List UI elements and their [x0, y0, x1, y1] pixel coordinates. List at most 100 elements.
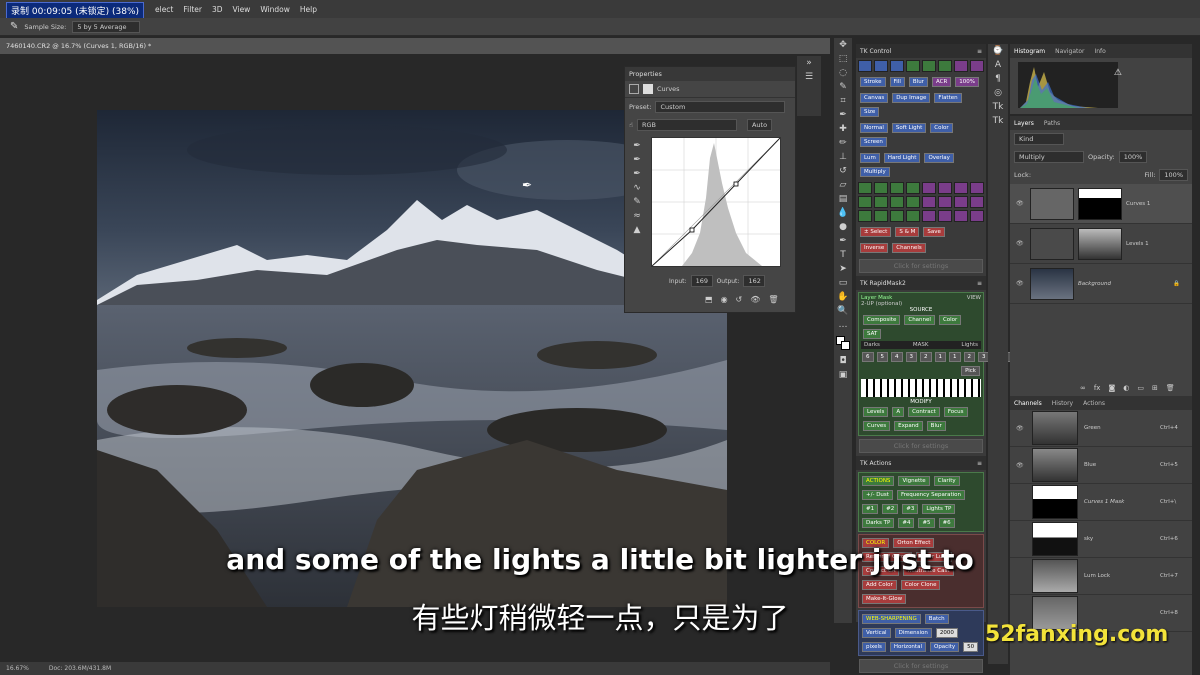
- lasso-tool-icon[interactable]: ◌: [837, 68, 849, 78]
- layer-row[interactable]: 👁 Levels 1: [1010, 224, 1192, 264]
- icon-u-icon[interactable]: [922, 210, 936, 222]
- icon-a-icon[interactable]: [858, 182, 872, 194]
- icon-q-icon[interactable]: [858, 210, 872, 222]
- icon-w-icon[interactable]: [954, 210, 968, 222]
- frequency-separation-button[interactable]: Frequency Separation: [896, 490, 966, 500]
- curves-graph[interactable]: [651, 137, 781, 267]
- tk-multiply-button[interactable]: Multiply: [860, 167, 890, 177]
- mask-icon[interactable]: [643, 84, 653, 94]
- zone-button[interactable]: 1: [934, 352, 946, 362]
- clip-to-layer-icon[interactable]: ⬒: [705, 295, 713, 304]
- actions-settings-button[interactable]: Click for settings: [859, 659, 983, 673]
- tab-channels[interactable]: Channels: [1014, 400, 1042, 407]
- tk-normal-button[interactable]: Normal: [860, 123, 888, 133]
- zone-button[interactable]: 2: [963, 352, 975, 362]
- zone-button[interactable]: 5: [876, 352, 888, 362]
- eraser-tool-icon[interactable]: ▱: [837, 180, 849, 190]
- modify-blur-button[interactable]: Blur: [926, 421, 946, 431]
- action-1-button[interactable]: #1: [862, 504, 879, 514]
- opacity-input[interactable]: 100%: [1118, 151, 1148, 163]
- icon-s-icon[interactable]: [890, 210, 904, 222]
- brush-tool-icon[interactable]: ✏: [837, 138, 849, 148]
- pen-tool-icon[interactable]: ✒: [837, 236, 849, 246]
- modify-a-button[interactable]: A: [892, 407, 905, 417]
- visibility-eye-icon[interactable]: 👁: [1016, 240, 1026, 247]
- auto-button[interactable]: Auto: [746, 119, 773, 131]
- icon-g-icon[interactable]: [954, 182, 968, 194]
- icon-t-icon[interactable]: [906, 210, 920, 222]
- channel-row[interactable]: Curves 1 Mask Ctrl+\: [1010, 484, 1192, 521]
- delete-layer-icon[interactable]: 🗑: [1166, 384, 1175, 392]
- dust-button[interactable]: +/- Dust: [862, 490, 893, 500]
- fx-icon[interactable]: fx: [1094, 384, 1101, 392]
- character-panel-icon[interactable]: A: [992, 60, 1004, 70]
- modify-expand-button[interactable]: Expand: [894, 421, 923, 431]
- icon-v-icon[interactable]: [938, 210, 952, 222]
- darks-tp-button[interactable]: Darks TP: [862, 518, 895, 528]
- action-2-button[interactable]: #2: [882, 504, 899, 514]
- modify-levels-button[interactable]: Levels: [863, 407, 889, 417]
- warning-icon[interactable]: ⚠: [1114, 68, 1122, 78]
- view-previous-icon[interactable]: ◉: [721, 295, 728, 304]
- tab-histogram[interactable]: Histogram: [1014, 48, 1045, 55]
- brush3-icon[interactable]: [938, 60, 952, 72]
- zoom-tool-icon[interactable]: 🔍: [837, 306, 849, 316]
- on-image-adjust-icon[interactable]: ☝: [629, 121, 633, 129]
- input-field[interactable]: 169: [690, 275, 713, 287]
- adjustment-thumbnail[interactable]: [1030, 227, 1074, 260]
- tk-panel-2-icon[interactable]: Tk: [992, 116, 1004, 126]
- icon-o-icon[interactable]: [954, 196, 968, 208]
- panel-menu-icon[interactable]: ≡: [977, 48, 982, 55]
- path-select-icon[interactable]: ➤: [837, 264, 849, 274]
- tk-select-button[interactable]: ± Select: [860, 227, 892, 237]
- mask-thumbnail[interactable]: [1078, 227, 1122, 260]
- tab-paths[interactable]: Paths: [1044, 120, 1060, 127]
- stamp-tool-icon[interactable]: ⊥: [837, 152, 849, 162]
- shape-tool-icon[interactable]: ▭: [837, 278, 849, 288]
- hand-tool-icon[interactable]: ✋: [837, 292, 849, 302]
- add-mask-icon[interactable]: ◙: [1108, 384, 1115, 392]
- source-channel-button[interactable]: Channel: [904, 315, 935, 325]
- channel-row[interactable]: 👁 Blue Ctrl+5: [1010, 447, 1192, 484]
- fill-input[interactable]: 100%: [1159, 169, 1188, 181]
- tk-soft-light-button[interactable]: Soft Light: [891, 123, 927, 133]
- properties-tab[interactable]: Properties: [629, 70, 662, 78]
- modify-focus-button[interactable]: Focus: [943, 407, 968, 417]
- tab-navigator[interactable]: Navigator: [1055, 48, 1084, 55]
- menu-view[interactable]: View: [228, 5, 256, 14]
- tk-panel-icon[interactable]: Tk: [992, 102, 1004, 112]
- tk-size-button[interactable]: Size: [860, 107, 880, 117]
- vignette-button[interactable]: Vignette: [898, 476, 930, 486]
- layer-row[interactable]: 👁 Background 🔒: [1010, 264, 1192, 304]
- tk-save-button[interactable]: Save: [923, 227, 945, 237]
- group-icon[interactable]: ▭: [1137, 384, 1144, 392]
- tk-blur-button[interactable]: Blur: [908, 77, 928, 87]
- tk-flatten-button[interactable]: Flatten: [934, 93, 962, 103]
- icon-l-icon[interactable]: [906, 196, 920, 208]
- paragraph-panel-icon[interactable]: ¶: [992, 74, 1004, 84]
- kind-filter-select[interactable]: Kind: [1014, 133, 1064, 145]
- quick-mask-icon[interactable]: ◘: [837, 356, 849, 366]
- tk-canvas-button[interactable]: Canvas: [860, 93, 889, 103]
- link-layers-icon[interactable]: ∞: [1080, 384, 1086, 392]
- tk-hard-light-button[interactable]: Hard Light: [883, 153, 921, 163]
- adjustment-thumbnail[interactable]: [1030, 187, 1074, 220]
- visibility-eye-icon[interactable]: 👁: [1016, 462, 1026, 469]
- rapidmask-settings-button[interactable]: Click for settings: [859, 439, 983, 453]
- quick-select-tool-icon[interactable]: ✎: [837, 82, 849, 92]
- icon-x-icon[interactable]: [970, 210, 984, 222]
- modify-contract-button[interactable]: Contract: [908, 407, 940, 417]
- folder-icon[interactable]: [874, 60, 888, 72]
- zone-button[interactable]: 2: [920, 352, 932, 362]
- tk-lum-button[interactable]: Lum: [860, 153, 880, 163]
- tab-history[interactable]: History: [1052, 400, 1073, 407]
- gradient-tool-icon[interactable]: ▤: [837, 194, 849, 204]
- visibility-eye-icon[interactable]: 👁: [1016, 280, 1026, 287]
- source-color-button[interactable]: Color: [938, 315, 962, 325]
- icon-e-icon[interactable]: [922, 182, 936, 194]
- tk-dup-image-button[interactable]: Dup Image: [892, 93, 931, 103]
- tab-actions[interactable]: Actions: [1083, 400, 1105, 407]
- delete-icon[interactable]: 🗑: [768, 295, 778, 304]
- panel-menu-icon[interactable]: ≡: [977, 280, 982, 287]
- visibility-eye-icon[interactable]: 👁: [1016, 200, 1026, 207]
